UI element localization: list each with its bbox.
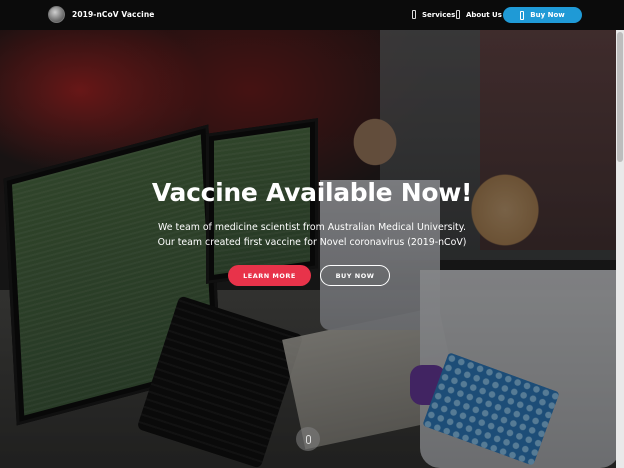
scrollbar-thumb[interactable] (617, 32, 623, 162)
hero-overlay (0, 30, 624, 468)
mobile-icon (520, 10, 525, 20)
document-icon (412, 10, 416, 19)
nav-buy-now-button[interactable]: Buy Now (503, 7, 582, 23)
nav-link-services[interactable]: Services (412, 10, 455, 19)
document-icon (456, 10, 460, 19)
scroll-down-button[interactable] (296, 427, 320, 451)
page-scrollbar[interactable] (616, 30, 624, 468)
top-navbar: 2019-nCoV Vaccine Services About Us Buy … (0, 0, 624, 30)
hero-title: Vaccine Available Now! (151, 178, 473, 207)
hero-subtitle-line1: We team of medicine scientist from Austr… (158, 222, 466, 233)
brand[interactable]: 2019-nCoV Vaccine (48, 6, 154, 23)
hero-buy-now-button[interactable]: BUY NOW (320, 265, 390, 286)
hero-section: Vaccine Available Now! We team of medici… (0, 30, 624, 468)
nav-link-about[interactable]: About Us (456, 10, 502, 19)
learn-more-button[interactable]: LEARN MORE (228, 265, 311, 286)
hero-subtitle-line2: Our team created first vaccine for Novel… (157, 237, 467, 248)
brand-name: 2019-nCoV Vaccine (72, 10, 155, 19)
nav-buy-now-label: Buy Now (530, 11, 565, 19)
nav-link-about-label: About Us (466, 10, 502, 19)
nav-link-services-label: Services (422, 10, 456, 19)
mouse-icon (305, 434, 311, 444)
brand-logo-icon (48, 6, 65, 23)
